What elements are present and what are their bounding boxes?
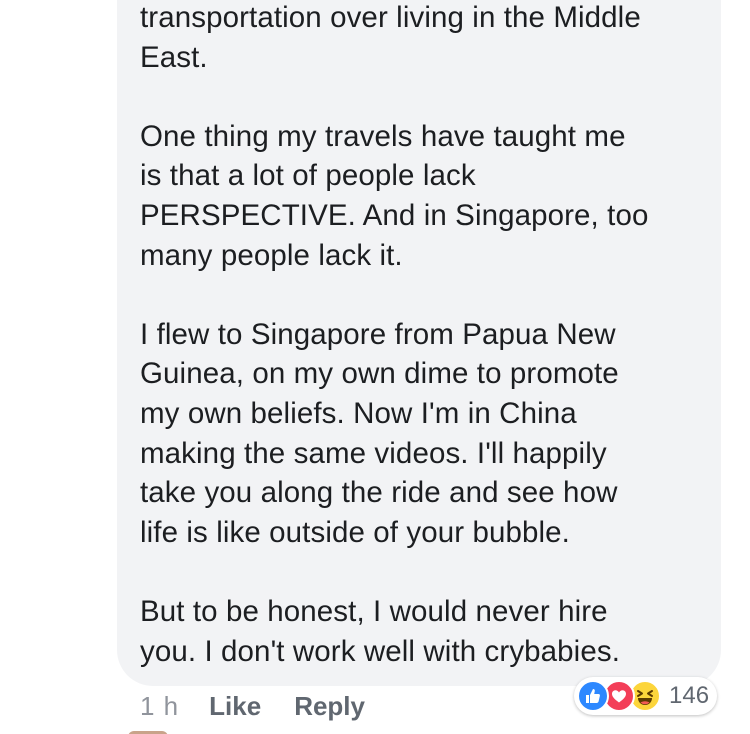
comment-paragraph: I flew to Singapore from Papua New Guine… [140,317,619,549]
reaction-summary[interactable]: 146 [574,677,718,715]
like-button[interactable]: Like [209,691,261,722]
comment-body: transportation over living in the Middle… [140,0,710,671]
comment-thread: transportation over living in the Middle… [0,0,750,734]
comment-timestamp[interactable]: 1 h [140,691,179,722]
like-icon [577,680,609,712]
comment-actions: 1 h Like Reply [140,688,398,724]
comment-paragraph: One thing my travels have taught me is t… [140,119,649,272]
reply-button[interactable]: Reply [294,691,365,722]
comment-paragraph: But to be honest, I would never hire you… [140,594,620,668]
reaction-count: 146 [669,682,710,709]
comment-paragraph: transportation over living in the Middle… [140,1,641,74]
